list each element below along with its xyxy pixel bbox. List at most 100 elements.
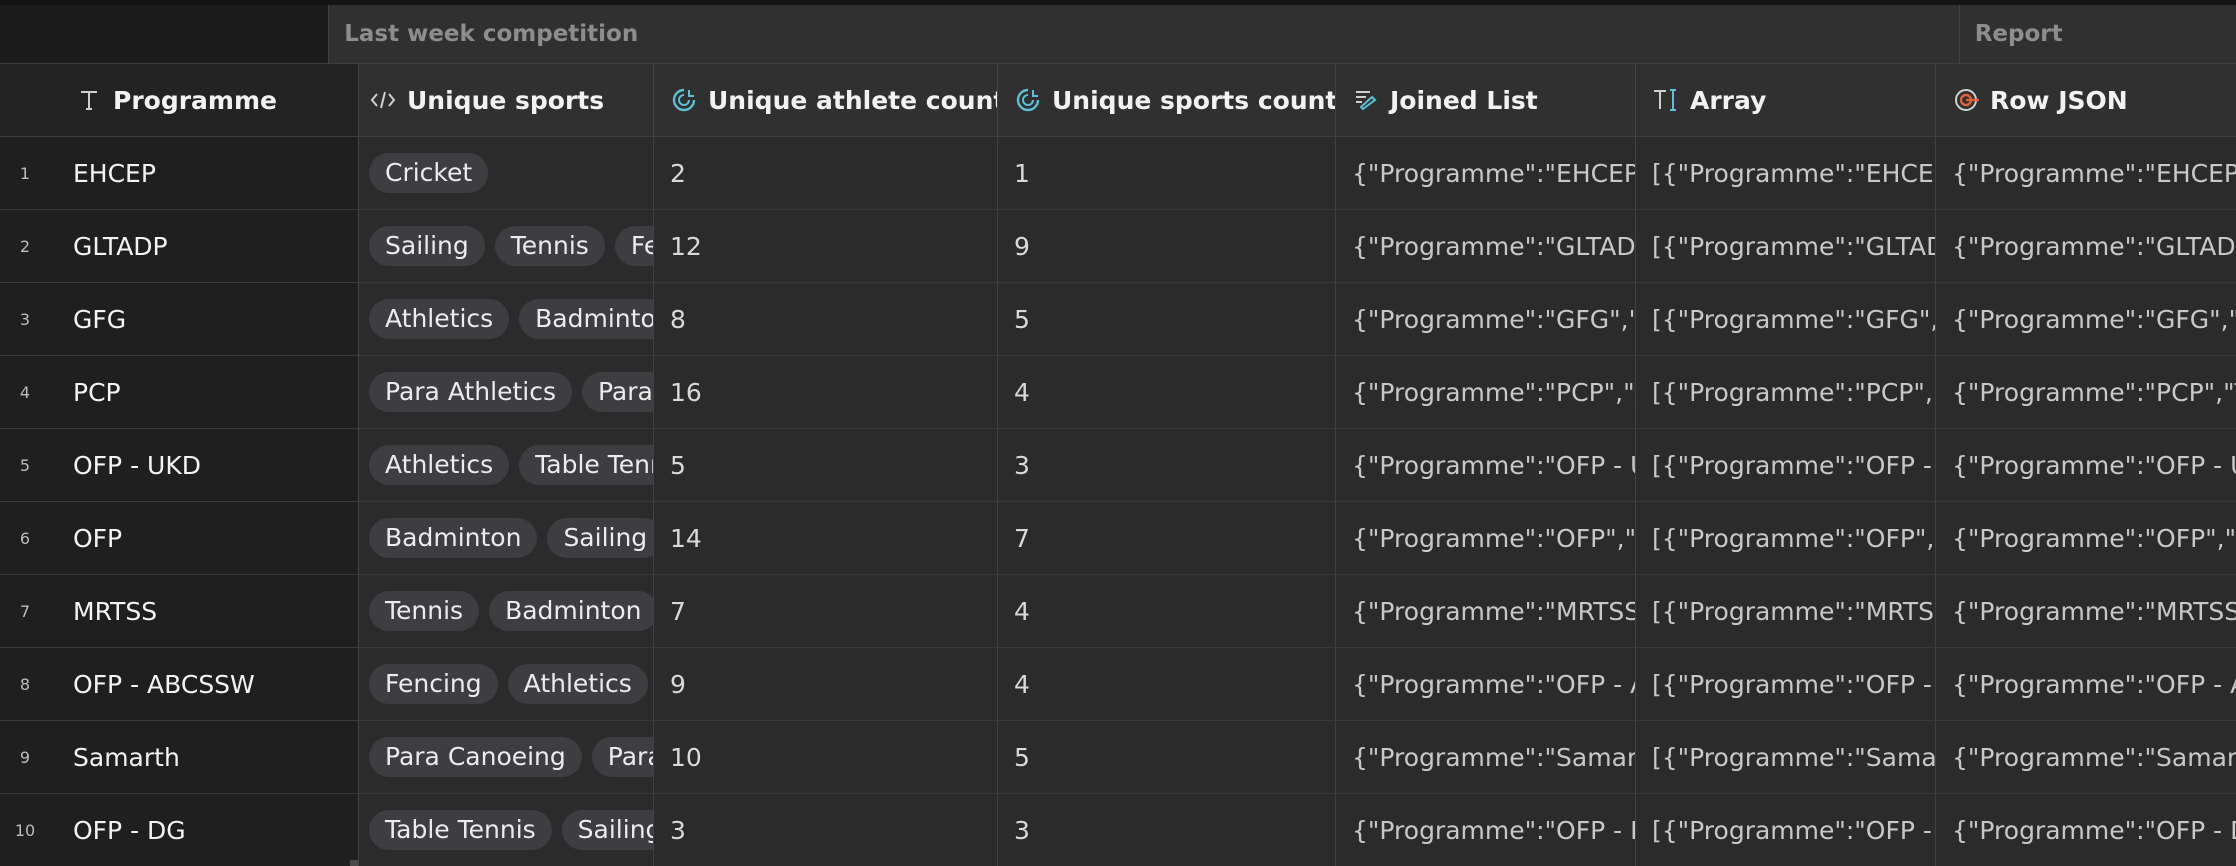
table-row[interactable]: 8 OFP - ABCSSW Fencing Athletics 9 4 {"Pr… bbox=[0, 648, 2236, 721]
cell-array[interactable]: [{"Programme":"EHCEP bbox=[1636, 137, 1936, 209]
cell-row-json[interactable]: {"Programme":"GLTADI bbox=[1936, 210, 2236, 282]
cell-unique-sports[interactable]: Table Tennis Sailing bbox=[359, 794, 654, 866]
cell-joined-list[interactable]: {"Programme":"MRTSS bbox=[1336, 575, 1636, 647]
sport-tag[interactable]: Athletics bbox=[369, 299, 510, 339]
cell-unique-athlete-count[interactable]: 8 bbox=[654, 283, 998, 355]
column-header-programme[interactable]: Programme bbox=[0, 64, 359, 136]
cell-unique-sports[interactable]: SailingTennisFe bbox=[359, 210, 654, 282]
sport-tag[interactable]: Athletics bbox=[369, 445, 510, 485]
cell-unique-athlete-count[interactable]: 2 bbox=[654, 137, 998, 209]
cell-joined-list[interactable]: {"Programme":"OFP - U bbox=[1336, 429, 1636, 501]
cell-array[interactable]: [{"Programme":"OFP"," bbox=[1636, 502, 1936, 574]
cell-unique-sports[interactable]: Tennis Badminton bbox=[359, 575, 654, 647]
cell-joined-list[interactable]: {"Programme":"EHCEP bbox=[1336, 137, 1636, 209]
cell-unique-sports-count[interactable]: 7 bbox=[998, 502, 1336, 574]
column-header-unique-sports-count[interactable]: Unique sports count bbox=[998, 64, 1336, 136]
table-row[interactable]: 4 PCP Para Athletics Para 16 4 {"Programm… bbox=[0, 356, 2236, 429]
cell-joined-list[interactable]: {"Programme":"PCP","A bbox=[1336, 356, 1636, 428]
cell-programme[interactable]: 5 OFP - UKD bbox=[0, 429, 359, 501]
cell-programme[interactable]: 10 OFP - DG bbox=[0, 794, 359, 866]
table-row[interactable]: 1 EHCEP Cricket 2 1 {"Programme":"EHCEP … bbox=[0, 137, 2236, 210]
cell-unique-sports[interactable]: Para CanoeingPara bbox=[359, 721, 654, 793]
cell-array[interactable]: [{"Programme":"GFG"," bbox=[1636, 283, 1936, 355]
cell-row-json[interactable]: {"Programme":"MRTSS bbox=[1936, 575, 2236, 647]
sport-tag[interactable]: Sailing bbox=[561, 810, 653, 850]
cell-unique-sports[interactable]: Athletics Table Tenn bbox=[359, 429, 654, 501]
cell-unique-sports-count[interactable]: 1 bbox=[998, 137, 1336, 209]
cell-programme[interactable]: 4 PCP bbox=[0, 356, 359, 428]
cell-unique-athlete-count[interactable]: 7 bbox=[654, 575, 998, 647]
cell-unique-sports-count[interactable]: 3 bbox=[998, 794, 1336, 866]
cell-joined-list[interactable]: {"Programme":"GFG","A bbox=[1336, 283, 1636, 355]
table-row[interactable]: 2 GLTADP SailingTennisFe 12 9 {"Programm… bbox=[0, 210, 2236, 283]
column-header-joined-list[interactable]: Joined List bbox=[1336, 64, 1636, 136]
sport-tag[interactable]: Para bbox=[581, 372, 653, 412]
cell-programme[interactable]: 6 OFP bbox=[0, 502, 359, 574]
cell-joined-list[interactable]: {"Programme":"OFP - A bbox=[1336, 648, 1636, 720]
cell-unique-sports-count[interactable]: 5 bbox=[998, 721, 1336, 793]
cell-unique-sports-count[interactable]: 4 bbox=[998, 648, 1336, 720]
cell-unique-sports[interactable]: Fencing Athletics bbox=[359, 648, 654, 720]
cell-row-json[interactable]: {"Programme":"EHCEP bbox=[1936, 137, 2236, 209]
cell-programme[interactable]: 9 Samarth bbox=[0, 721, 359, 793]
cell-row-json[interactable]: {"Programme":"OFP - D bbox=[1936, 794, 2236, 866]
cell-unique-athlete-count[interactable]: 12 bbox=[654, 210, 998, 282]
sport-tag[interactable]: Badminton bbox=[489, 591, 653, 631]
sport-tag[interactable]: Para bbox=[591, 737, 653, 777]
group-header-report[interactable]: Report bbox=[1960, 5, 2236, 63]
cell-unique-athlete-count[interactable]: 10 bbox=[654, 721, 998, 793]
cell-unique-athlete-count[interactable]: 9 bbox=[654, 648, 998, 720]
cell-programme[interactable]: 2 GLTADP bbox=[0, 210, 359, 282]
sport-tag[interactable]: Para Athletics bbox=[369, 372, 572, 412]
sport-tag[interactable]: Para Canoeing bbox=[369, 737, 582, 777]
cell-row-json[interactable]: {"Programme":"PCP","T bbox=[1936, 356, 2236, 428]
sport-tag[interactable]: Sailing bbox=[369, 226, 485, 266]
horizontal-scrollbar[interactable] bbox=[350, 860, 358, 866]
table-row[interactable]: 10 OFP - DG Table Tennis Sailing 3 3 {"Pr… bbox=[0, 794, 2236, 866]
cell-programme[interactable]: 1 EHCEP bbox=[0, 137, 359, 209]
sport-tag[interactable]: Badminton bbox=[369, 518, 538, 558]
cell-unique-sports[interactable]: Cricket bbox=[359, 137, 654, 209]
sport-tag[interactable]: Tennis bbox=[494, 226, 605, 266]
cell-unique-sports-count[interactable]: 4 bbox=[998, 575, 1336, 647]
cell-unique-sports[interactable]: Badminton Sailing bbox=[359, 502, 654, 574]
cell-unique-sports-count[interactable]: 3 bbox=[998, 429, 1336, 501]
cell-unique-sports-count[interactable]: 4 bbox=[998, 356, 1336, 428]
cell-array[interactable]: [{"Programme":"PCP"," bbox=[1636, 356, 1936, 428]
sport-tag[interactable]: Tennis bbox=[369, 591, 480, 631]
cell-unique-athlete-count[interactable]: 16 bbox=[654, 356, 998, 428]
table-row[interactable]: 5 OFP - UKD Athletics Table Tenn 5 3 {"Pr… bbox=[0, 429, 2236, 502]
table-row[interactable]: 9 Samarth Para CanoeingPara 10 5 {"Progr… bbox=[0, 721, 2236, 794]
cell-row-json[interactable]: {"Programme":"OFP - A bbox=[1936, 648, 2236, 720]
sport-tag[interactable]: Badminton bbox=[519, 299, 653, 339]
cell-array[interactable]: [{"Programme":"MRTS bbox=[1636, 575, 1936, 647]
sport-tag[interactable]: Cricket bbox=[369, 153, 489, 193]
cell-row-json[interactable]: {"Programme":"OFP","T bbox=[1936, 502, 2236, 574]
cell-array[interactable]: [{"Programme":"OFP - bbox=[1636, 648, 1936, 720]
table-row[interactable]: 3 GFG AthleticsBadminton 8 5 {"Programme… bbox=[0, 283, 2236, 356]
column-header-unique-athlete-count[interactable]: Unique athlete count bbox=[654, 64, 998, 136]
sport-tag[interactable]: Fe bbox=[614, 226, 653, 266]
cell-programme[interactable]: 8 OFP - ABCSSW bbox=[0, 648, 359, 720]
cell-joined-list[interactable]: {"Programme":"Samart bbox=[1336, 721, 1636, 793]
cell-array[interactable]: [{"Programme":"Samar bbox=[1636, 721, 1936, 793]
cell-unique-athlete-count[interactable]: 5 bbox=[654, 429, 998, 501]
cell-unique-sports-count[interactable]: 5 bbox=[998, 283, 1336, 355]
cell-row-json[interactable]: {"Programme":"GFG","T bbox=[1936, 283, 2236, 355]
table-row[interactable]: 7 MRTSS Tennis Badminton 7 4 {"Programme"… bbox=[0, 575, 2236, 648]
cell-programme[interactable]: 7 MRTSS bbox=[0, 575, 359, 647]
cell-array[interactable]: [{"Programme":"OFP - bbox=[1636, 794, 1936, 866]
sport-tag[interactable]: Table Tennis bbox=[369, 810, 552, 850]
cell-unique-sports-count[interactable]: 9 bbox=[998, 210, 1336, 282]
column-header-row-json[interactable]: Row JSON bbox=[1936, 64, 2236, 136]
sport-tag[interactable]: Table Tenn bbox=[519, 445, 653, 485]
sport-tag[interactable]: Sailing bbox=[547, 518, 653, 558]
cell-joined-list[interactable]: {"Programme":"OFP","A bbox=[1336, 502, 1636, 574]
cell-row-json[interactable]: {"Programme":"Samart bbox=[1936, 721, 2236, 793]
column-header-array[interactable]: Array bbox=[1636, 64, 1936, 136]
column-header-unique-sports[interactable]: Unique sports bbox=[359, 64, 654, 136]
cell-unique-sports[interactable]: Para Athletics Para bbox=[359, 356, 654, 428]
cell-unique-athlete-count[interactable]: 3 bbox=[654, 794, 998, 866]
cell-programme[interactable]: 3 GFG bbox=[0, 283, 359, 355]
table-row[interactable]: 6 OFP Badminton Sailing 14 7 {"Programme"… bbox=[0, 502, 2236, 575]
